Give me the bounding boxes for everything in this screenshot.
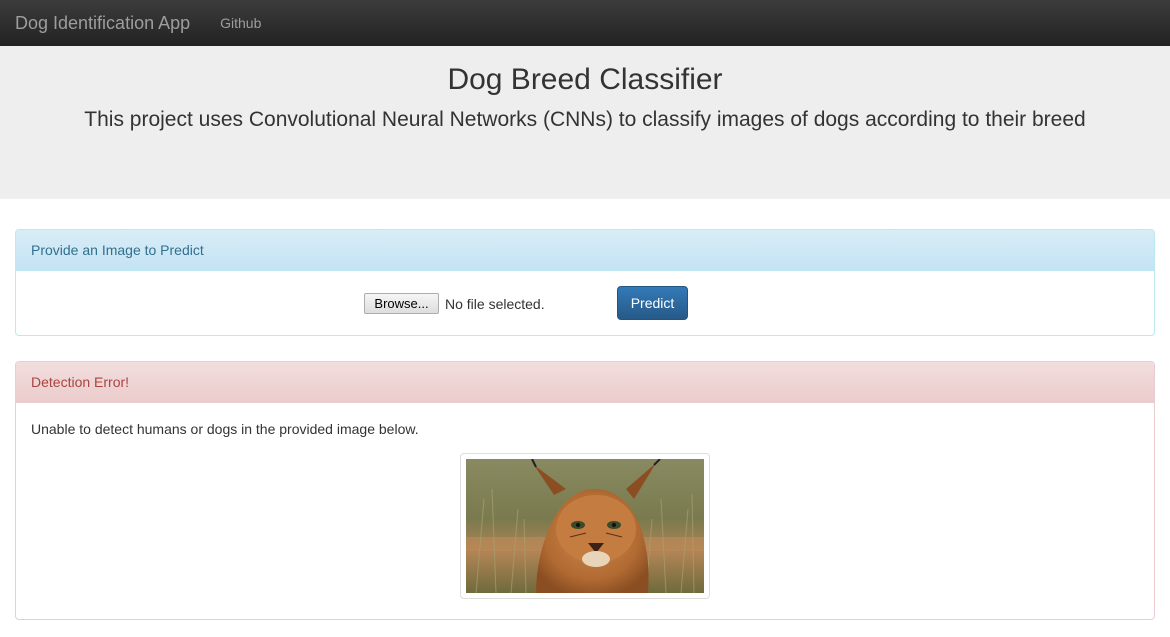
uploaded-image-thumbnail: [460, 453, 710, 599]
navbar: Dog Identification App Github: [0, 0, 1170, 46]
page-title: Dog Breed Classifier: [447, 63, 723, 96]
error-message: Unable to detect humans or dogs in the p…: [31, 421, 419, 437]
upload-form: Browse... No file selected. Predict: [16, 271, 1154, 335]
browse-button[interactable]: Browse...: [364, 293, 439, 314]
result-panel-heading: Detection Error!: [16, 362, 1154, 403]
navbar-brand[interactable]: Dog Identification App: [15, 13, 190, 34]
page-subtitle: This project uses Convolutional Neural N…: [84, 108, 1086, 131]
file-status-text: No file selected.: [445, 296, 545, 312]
caracal-photo: [466, 459, 704, 593]
predict-button[interactable]: Predict: [617, 286, 688, 320]
upload-panel: Provide an Image to Predict Browse... No…: [15, 229, 1155, 336]
jumbotron: Dog Breed Classifier This project uses C…: [0, 46, 1170, 199]
result-panel: Detection Error! Unable to detect humans…: [15, 361, 1155, 620]
upload-panel-heading: Provide an Image to Predict: [16, 230, 1154, 271]
nav-link-github[interactable]: Github: [220, 15, 261, 31]
